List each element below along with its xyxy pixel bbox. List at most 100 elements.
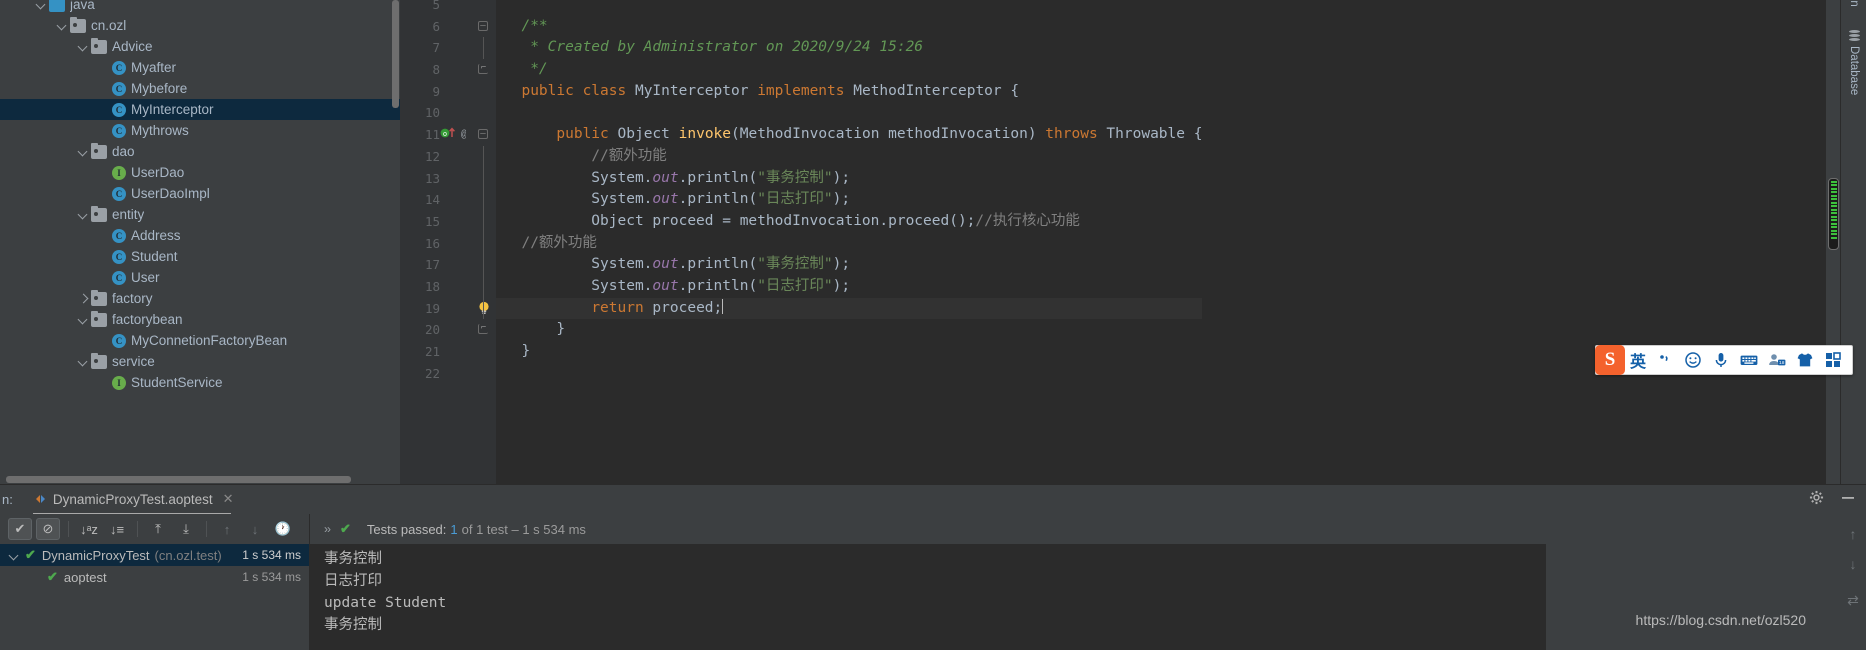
code-line[interactable]: return proceed; xyxy=(496,297,1203,320)
minimize-icon[interactable] xyxy=(1840,491,1856,510)
tree-node-factorybean[interactable]: factorybean xyxy=(0,309,400,330)
editor-vertical-scrollbar[interactable] xyxy=(1826,0,1840,484)
code-line[interactable] xyxy=(496,0,1202,16)
fold-region-end-icon[interactable]: ⌐ xyxy=(478,324,488,335)
gutter-line[interactable]: 22 xyxy=(400,363,496,385)
scrollbar-thumb[interactable] xyxy=(392,0,399,108)
code-line[interactable]: //额外功能 xyxy=(496,146,1202,168)
test-history[interactable]: 🕐 xyxy=(271,518,295,540)
tree-node-user[interactable]: C User xyxy=(0,267,400,288)
code-line[interactable]: System.out.println("事务控制"); xyxy=(496,254,1202,276)
code-text-area[interactable]: /** * Created by Administrator on 2020/9… xyxy=(496,0,1866,484)
tool-window-database[interactable]: Database xyxy=(1841,30,1866,140)
project-tree-horizontal-scrollbar[interactable] xyxy=(0,475,400,484)
tree-node-java[interactable]: java xyxy=(0,0,400,15)
gutter-line[interactable]: 16 xyxy=(400,232,496,255)
gutter-line[interactable]: 5 xyxy=(400,0,496,16)
scroll-up-icon[interactable]: ↑ xyxy=(1845,526,1861,544)
sogou-logo-icon[interactable]: S xyxy=(1595,344,1625,375)
code-line[interactable]: * Created by Administrator on 2020/9/24 … xyxy=(496,37,1202,59)
tree-node-myafter[interactable]: C Myafter xyxy=(0,57,400,78)
gutter-line[interactable]: 8 ⌐ xyxy=(400,59,496,81)
gutter-line[interactable]: 15 xyxy=(400,210,496,233)
ime-user-profile-button[interactable]: 18 xyxy=(1763,346,1791,374)
tree-node-entity[interactable]: entity xyxy=(0,204,400,225)
gutter-line[interactable]: 14 xyxy=(400,189,496,211)
gutter-line[interactable]: 18 xyxy=(400,275,496,298)
ime-skin-button[interactable] xyxy=(1791,346,1819,374)
chevron-down-icon[interactable] xyxy=(77,313,90,326)
gear-icon[interactable] xyxy=(1809,490,1824,510)
run-configuration-tab[interactable]: DynamicProxyTest.aoptest ✕ xyxy=(29,489,240,515)
chevron-down-icon[interactable] xyxy=(77,208,90,221)
editor-error-stripe[interactable] xyxy=(1814,0,1826,484)
next-failed-test[interactable]: ↓ xyxy=(243,518,267,540)
fold-collapse-icon[interactable]: – xyxy=(478,20,488,31)
gutter-line[interactable]: 13 xyxy=(400,167,496,190)
scrollbar-thumb[interactable] xyxy=(1828,178,1839,250)
chevron-down-icon[interactable] xyxy=(77,355,90,368)
gutter-line[interactable]: 19 xyxy=(400,297,496,320)
right-tool-window-bar[interactable]: en Database xyxy=(1840,0,1866,484)
gutter-line[interactable]: 21 xyxy=(400,341,496,363)
code-line[interactable]: System.out.println("日志打印"); xyxy=(496,276,1202,298)
chevron-down-icon[interactable] xyxy=(77,40,90,53)
code-line[interactable]: System.out.println("日志打印"); xyxy=(496,189,1202,211)
test-tree-row[interactable]: ✔ DynamicProxyTest (cn.ozl.test) 1 s 534 ms xyxy=(0,544,309,566)
gutter-line[interactable]: 20 ⌐ xyxy=(400,319,496,341)
code-line[interactable]: */ xyxy=(496,59,1202,81)
editor-gutter[interactable]: 56–78⌐91011o@–121314151617181920⌐2122 xyxy=(400,0,496,484)
ime-toolbox-button[interactable] xyxy=(1819,346,1847,374)
test-toolbar[interactable]: ✔ ⊘ ↓ᵃz ↓≡ ⤒ ⤓ ↑ ↓ 🕐 xyxy=(0,514,309,544)
previous-failed-test[interactable]: ↑ xyxy=(215,518,239,540)
code-line[interactable]: //额外功能 xyxy=(496,233,1202,255)
gutter-line[interactable]: 11o@– xyxy=(400,124,496,146)
tree-node-factory[interactable]: factory xyxy=(0,288,400,309)
code-line[interactable]: Object proceed = methodInvocation.procee… xyxy=(496,211,1202,233)
fold-region-end-icon[interactable]: ⌐ xyxy=(478,64,488,75)
tree-node-userdao[interactable]: I UserDao xyxy=(0,162,400,183)
show-passed-toggle[interactable]: ✔ xyxy=(8,518,32,540)
code-line[interactable] xyxy=(496,102,1202,124)
project-tree[interactable]: java cn.ozl Advice C Myafter C Mybefore C MyInte… xyxy=(0,0,400,393)
ime-soft-keyboard-button[interactable] xyxy=(1735,346,1763,374)
sogou-ime-toolbar[interactable]: S 英 18 xyxy=(1595,344,1853,375)
tree-node-address[interactable]: C Address xyxy=(0,225,400,246)
show-ignored-toggle[interactable]: ⊘ xyxy=(36,518,60,540)
tree-node-myinterceptor[interactable]: C MyInterceptor xyxy=(0,99,400,120)
scrollbar-thumb[interactable] xyxy=(6,476,351,483)
gutter-line[interactable]: 7 xyxy=(400,37,496,60)
code-line[interactable]: } xyxy=(496,319,1202,341)
gutter-line[interactable]: 9 xyxy=(400,81,496,103)
tool-window-maven[interactable]: en xyxy=(1841,0,1866,34)
code-line[interactable]: } xyxy=(496,341,1202,363)
ime-language-toggle[interactable]: 英 xyxy=(1625,346,1651,374)
expand-all[interactable]: ⤒ xyxy=(146,518,170,540)
code-line[interactable]: public Object invoke(MethodInvocation me… xyxy=(496,124,1202,146)
ime-emoji-button[interactable] xyxy=(1679,346,1707,374)
collapse-all[interactable]: ⤓ xyxy=(174,518,198,540)
code-line[interactable]: System.out.println("事务控制"); xyxy=(496,168,1202,190)
console-nav-bar[interactable]: ↑ ↓ ⇄ xyxy=(1840,514,1866,650)
fold-collapse-icon[interactable]: – xyxy=(478,129,488,140)
test-tree-row[interactable]: ✔ aoptest 1 s 534 ms xyxy=(0,566,309,588)
project-tree-vertical-scrollbar[interactable] xyxy=(391,0,400,475)
sort-alphabetically[interactable]: ↓ᵃz xyxy=(77,518,101,540)
ime-voice-input-button[interactable] xyxy=(1707,346,1735,374)
test-tree[interactable]: ✔ DynamicProxyTest (cn.ozl.test) 1 s 534 ms… xyxy=(0,544,309,588)
code-line[interactable]: /** xyxy=(496,16,1202,38)
soft-wrap-icon[interactable]: ⇄ xyxy=(1845,592,1861,610)
tree-node-mythrows[interactable]: C Mythrows xyxy=(0,120,400,141)
tree-node-mybefore[interactable]: C Mybefore xyxy=(0,78,400,99)
gutter-line[interactable]: 6– xyxy=(400,16,496,38)
console-output[interactable]: 事务控制 日志打印 update Student 事务控制 xyxy=(310,544,1546,650)
code-line[interactable] xyxy=(496,363,1202,385)
close-icon[interactable]: ✕ xyxy=(223,491,234,507)
gutter-line[interactable]: 10 xyxy=(400,102,496,124)
tree-node-dao[interactable]: dao xyxy=(0,141,400,162)
tree-node-userdaoimpl[interactable]: C UserDaoImpl xyxy=(0,183,400,204)
project-tool-window[interactable]: java cn.ozl Advice C Myafter C Mybefore C MyInte… xyxy=(0,0,400,484)
chevron-right-icon[interactable] xyxy=(77,292,90,305)
scroll-down-icon[interactable]: ↓ xyxy=(1845,556,1861,574)
ime-punctuation-toggle[interactable] xyxy=(1651,346,1679,374)
